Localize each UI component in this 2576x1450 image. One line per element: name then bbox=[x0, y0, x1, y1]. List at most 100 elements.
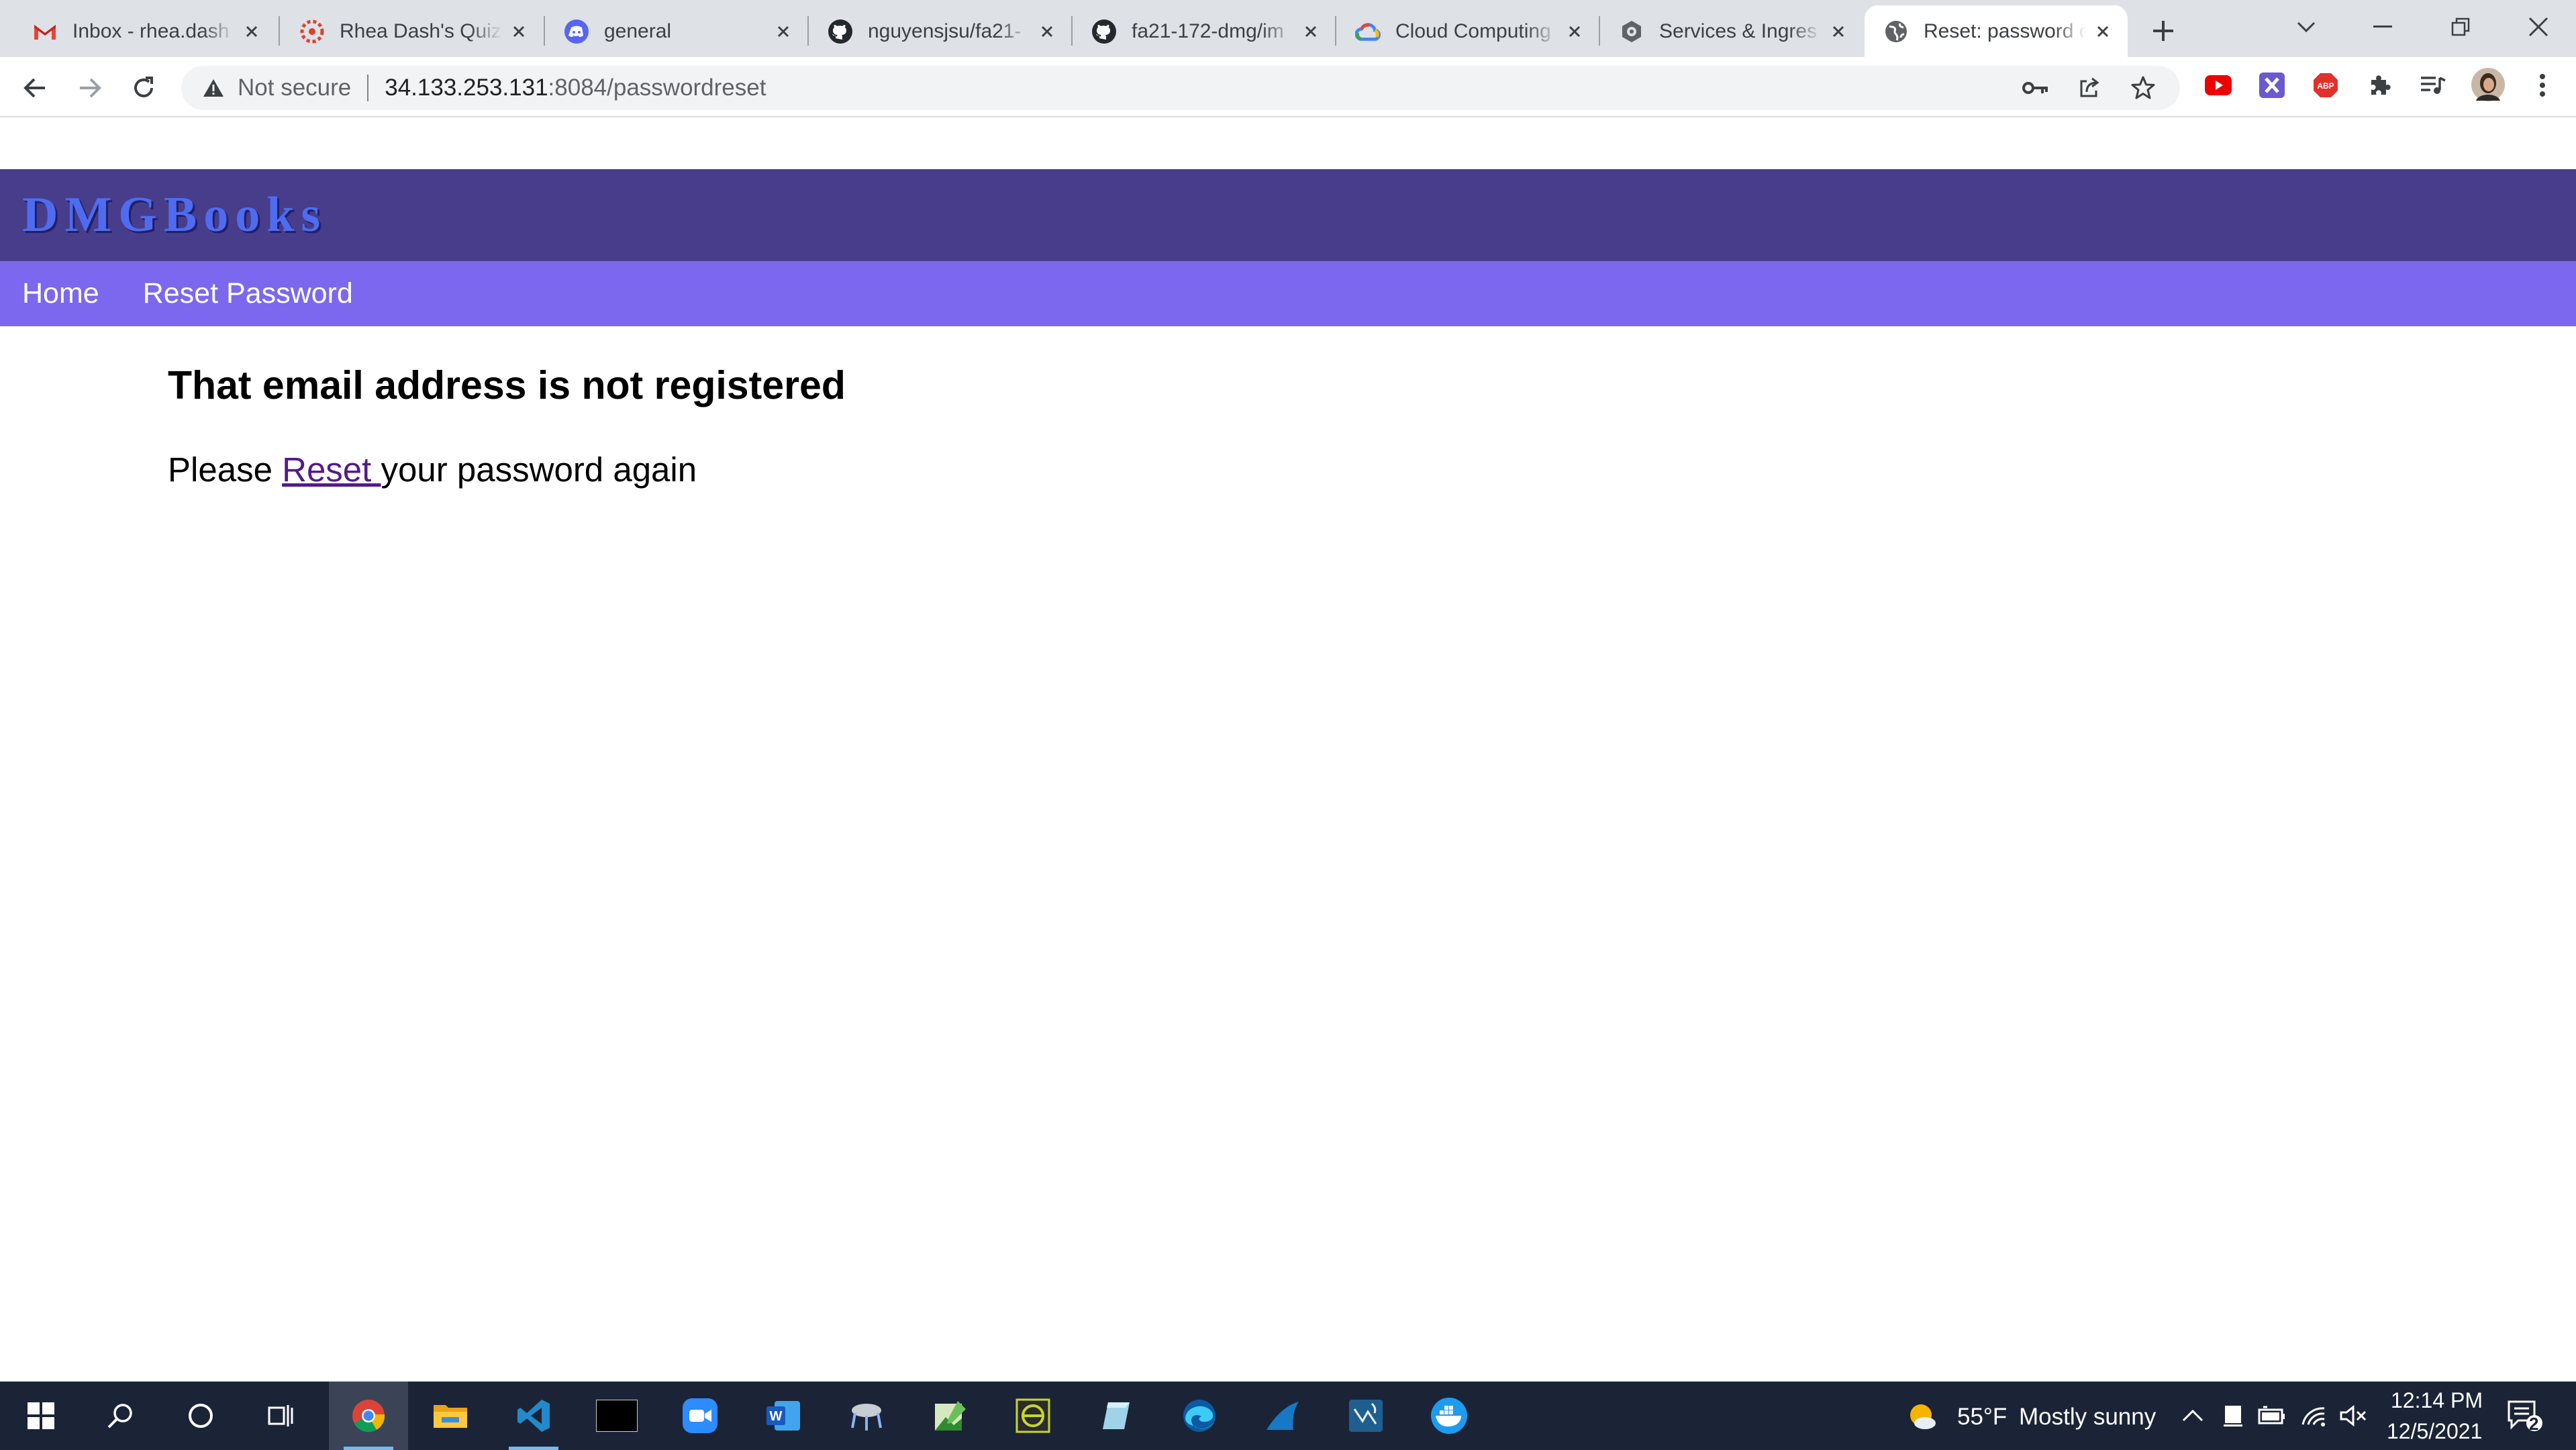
close-window-button[interactable] bbox=[2512, 7, 2565, 47]
tab-discord-general[interactable]: general bbox=[545, 5, 808, 57]
tab-reset-password[interactable]: Reset: password c bbox=[1865, 5, 2128, 57]
close-tab-icon[interactable] bbox=[2091, 20, 2114, 43]
password-key-icon[interactable] bbox=[2020, 72, 2051, 103]
tab-canvas-quiz[interactable]: Rhea Dash's Quiz bbox=[281, 5, 544, 57]
cortana-icon[interactable] bbox=[161, 1382, 240, 1450]
tab-strip: Inbox - rhea.dash Rhea Dash's Quiz gener… bbox=[0, 0, 2576, 57]
weather-temperature[interactable]: 55°F bbox=[1957, 1404, 2007, 1431]
adblock-plus-icon[interactable]: ABP bbox=[2310, 70, 2341, 101]
battery-icon[interactable] bbox=[2258, 1402, 2286, 1430]
address-bar[interactable]: Not secure 34.133.253.131:8084/passwordr… bbox=[181, 66, 2180, 110]
nav-home-link[interactable]: Home bbox=[22, 277, 99, 310]
tab-github-dmg[interactable]: fa21-172-dmg/im bbox=[1073, 5, 1336, 57]
github-icon bbox=[828, 19, 853, 44]
main-content: That email address is not registered Ple… bbox=[168, 362, 846, 489]
chrome-icon[interactable] bbox=[329, 1382, 408, 1450]
close-tab-icon[interactable] bbox=[507, 20, 530, 43]
page-top-spacing bbox=[0, 117, 2576, 169]
close-tab-icon[interactable] bbox=[1036, 20, 1058, 43]
site-brand-logo: DMGBooks bbox=[22, 187, 328, 242]
tab-services-ingress[interactable]: Services & Ingres bbox=[1600, 5, 1863, 57]
site-header: DMGBooks bbox=[0, 169, 2576, 261]
tab-title: Rhea Dash's Quiz bbox=[340, 19, 501, 42]
profile-avatar[interactable] bbox=[2470, 66, 2506, 103]
instruction-prefix: Please bbox=[168, 450, 283, 489]
tab-gmail[interactable]: Inbox - rhea.dash bbox=[13, 5, 277, 57]
reload-button[interactable] bbox=[125, 69, 162, 107]
canvas-icon bbox=[299, 19, 325, 44]
warning-icon[interactable] bbox=[200, 75, 227, 101]
tab-title: nguyensjsu/fa21- bbox=[868, 19, 1022, 42]
volume-muted-icon[interactable] bbox=[2340, 1402, 2368, 1430]
instruction-text: Please Reset your password again bbox=[168, 450, 846, 489]
close-tab-icon[interactable] bbox=[1827, 20, 1850, 43]
discord-icon bbox=[564, 19, 589, 44]
close-tab-icon[interactable] bbox=[1563, 20, 1586, 43]
tab-cloud-computing[interactable]: Cloud Computing bbox=[1336, 5, 1599, 57]
terminal-icon[interactable] bbox=[577, 1382, 656, 1450]
restore-button[interactable] bbox=[2434, 7, 2487, 47]
active-app-indicator bbox=[509, 1447, 558, 1450]
image-editor-icon[interactable] bbox=[910, 1382, 989, 1450]
tab-title: Cloud Computing bbox=[1395, 19, 1551, 42]
tab-title: Services & Ingres bbox=[1659, 19, 1818, 42]
close-tab-icon[interactable] bbox=[1299, 20, 1322, 43]
clock-date[interactable]: 12/5/2021 bbox=[2387, 1419, 2482, 1444]
url-host[interactable]: 34.133.253.131 bbox=[385, 75, 548, 101]
weather-sun-icon[interactable] bbox=[1906, 1400, 1938, 1433]
security-status[interactable]: Not secure bbox=[238, 75, 351, 101]
active-app-indicator bbox=[344, 1447, 393, 1450]
svg-text:W: W bbox=[770, 1409, 783, 1424]
tab-title: Inbox - rhea.dash bbox=[72, 19, 230, 42]
bookmark-star-icon[interactable] bbox=[2128, 72, 2159, 103]
error-heading: That email address is not registered bbox=[168, 363, 846, 407]
omnibox-divider bbox=[367, 75, 369, 101]
close-tab-icon[interactable] bbox=[772, 20, 795, 43]
ssh-client-icon[interactable] bbox=[827, 1382, 906, 1450]
start-icon[interactable] bbox=[1, 1382, 81, 1450]
tab-title: general bbox=[604, 19, 672, 42]
forward-button[interactable] bbox=[71, 69, 109, 107]
file-explorer-icon[interactable] bbox=[411, 1382, 490, 1450]
word-icon[interactable]: W bbox=[744, 1382, 823, 1450]
close-tab-icon[interactable] bbox=[240, 20, 263, 43]
zoom-icon[interactable] bbox=[660, 1382, 740, 1450]
weather-condition[interactable]: Mostly sunny bbox=[2019, 1404, 2156, 1431]
nav-reset-password-link[interactable]: Reset Password bbox=[143, 277, 353, 310]
tab-title: fa21-172-dmg/im bbox=[1132, 19, 1284, 42]
url-path[interactable]: :8084/passwordreset bbox=[548, 75, 766, 101]
share-icon[interactable] bbox=[2074, 72, 2105, 103]
browser-toolbar: Not secure 34.133.253.131:8084/passwordr… bbox=[0, 57, 2576, 117]
tab-search-button[interactable] bbox=[2279, 7, 2333, 47]
notification-count: 2 bbox=[2529, 1414, 2539, 1434]
chevron-up-icon[interactable] bbox=[2179, 1402, 2207, 1430]
task-view-icon[interactable] bbox=[242, 1382, 321, 1450]
chrome-menu-icon[interactable] bbox=[2527, 70, 2558, 101]
back-button[interactable] bbox=[16, 69, 54, 107]
tab-github-repo[interactable]: nguyensjsu/fa21- bbox=[809, 5, 1072, 57]
clock-time[interactable]: 12:14 PM bbox=[2391, 1388, 2483, 1413]
search-icon[interactable] bbox=[81, 1382, 160, 1450]
instruction-suffix: your password again bbox=[381, 450, 697, 489]
edge-icon[interactable] bbox=[1160, 1382, 1239, 1450]
reading-list-icon[interactable] bbox=[2418, 70, 2448, 101]
youtube-extension-icon[interactable] bbox=[2203, 70, 2234, 101]
new-tab-button[interactable] bbox=[2144, 12, 2182, 50]
eclipse-icon[interactable] bbox=[993, 1382, 1073, 1450]
wifi-icon[interactable] bbox=[2299, 1402, 2328, 1430]
x-extension-icon[interactable] bbox=[2257, 70, 2287, 101]
svg-text:ABP: ABP bbox=[2317, 81, 2334, 91]
google-cloud-icon bbox=[1355, 19, 1381, 44]
tablet-mode-icon[interactable] bbox=[2219, 1402, 2247, 1430]
reset-link[interactable]: Reset bbox=[282, 450, 381, 489]
extensions-puzzle-icon[interactable] bbox=[2364, 70, 2395, 101]
notes-icon[interactable] bbox=[1077, 1382, 1156, 1450]
docker-icon[interactable] bbox=[1409, 1382, 1489, 1450]
mysql-workbench-icon[interactable] bbox=[1326, 1382, 1405, 1450]
wireshark-icon[interactable] bbox=[1243, 1382, 1322, 1450]
minimize-button[interactable] bbox=[2356, 7, 2410, 47]
globe-icon bbox=[1883, 19, 1909, 44]
tab-separator bbox=[279, 16, 280, 46]
vscode-icon[interactable] bbox=[494, 1382, 573, 1450]
site-navbar: Home Reset Password bbox=[0, 261, 2576, 326]
